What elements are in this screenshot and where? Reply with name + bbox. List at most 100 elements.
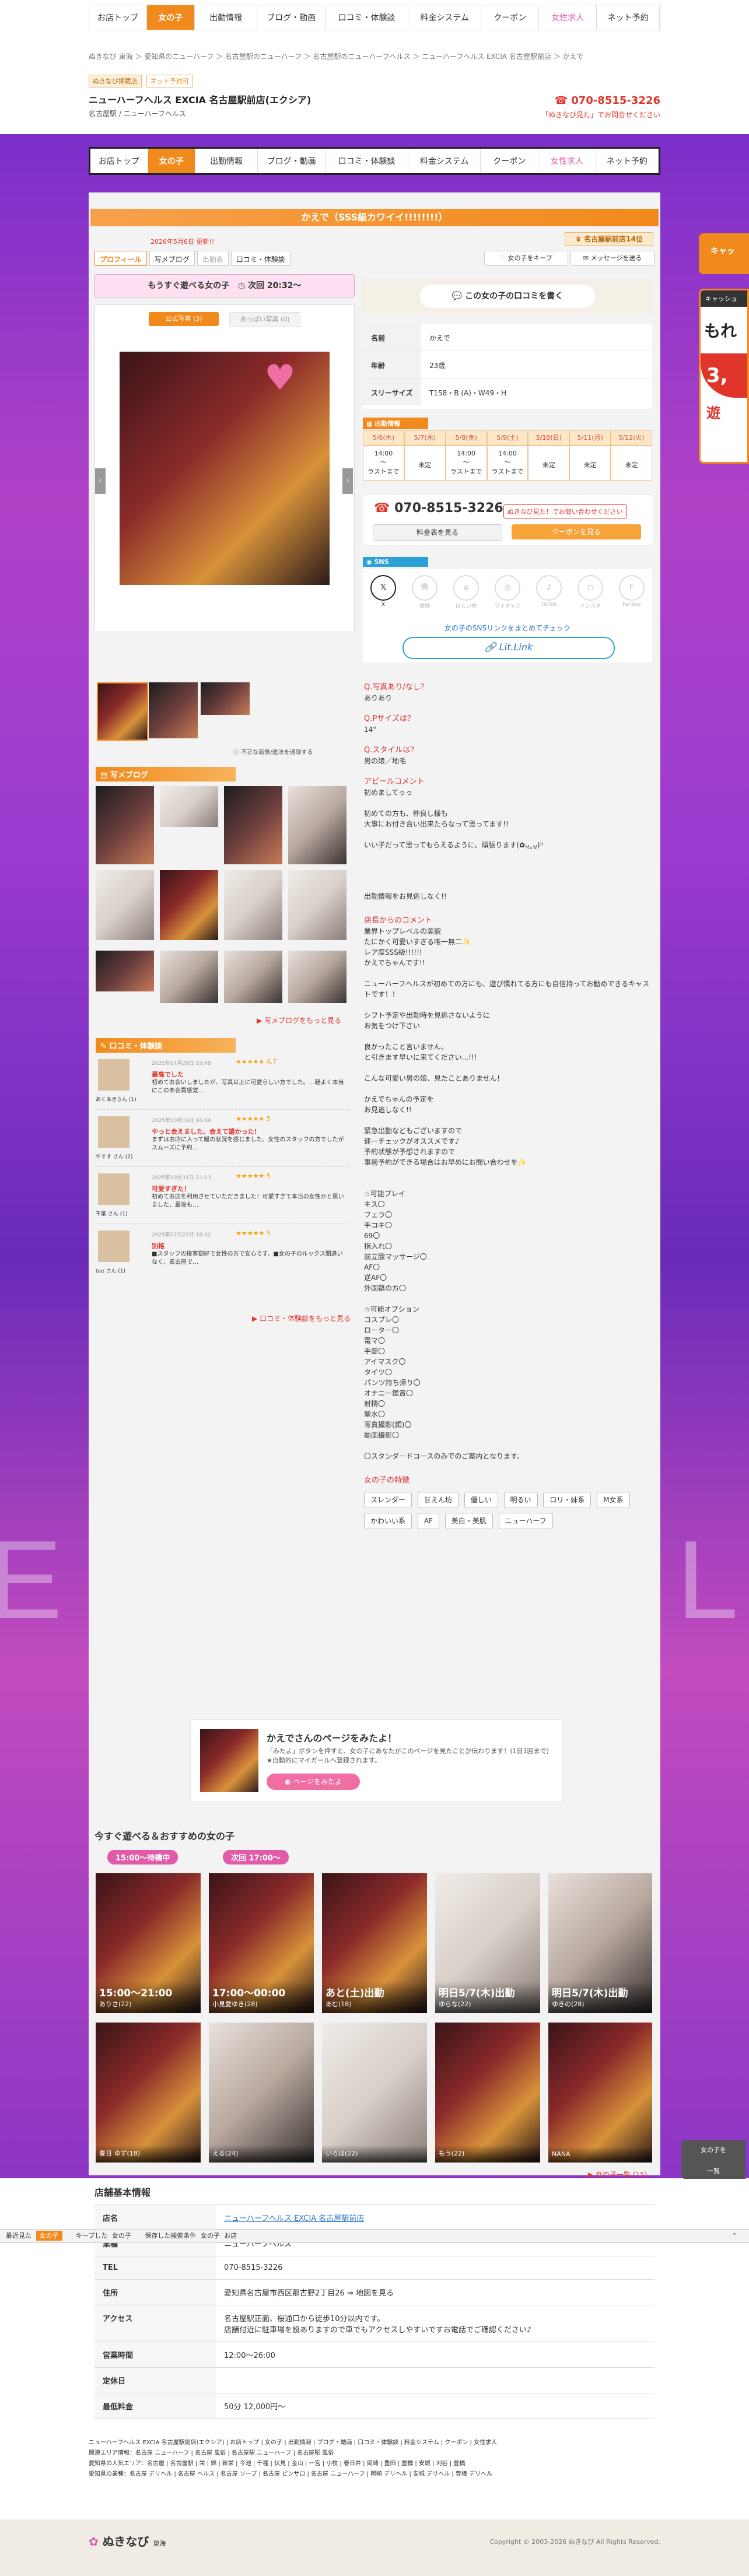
trait-tag[interactable]: 美白・美肌 <box>444 1513 493 1529</box>
girl-card[interactable]: いろは(22) <box>322 2023 427 2163</box>
blog-thumb[interactable] <box>288 951 346 1003</box>
photo-tab-official[interactable]: 公式写真 (3) <box>149 312 219 326</box>
price-list-button[interactable]: 料金表を見る <box>373 524 502 541</box>
nav-net-reserve[interactable]: ネット予約 <box>597 5 660 30</box>
floating-tab-orange[interactable]: キャッ <box>699 233 749 274</box>
weibo-icon[interactable]: 微 微博 <box>410 575 439 610</box>
write-review-button[interactable]: 💬 この女の子の口コミを書く <box>362 279 653 314</box>
thumbnail-1[interactable] <box>97 682 148 741</box>
nav-schedule[interactable]: 出勤情報 <box>195 5 258 30</box>
blog-thumb[interactable] <box>160 870 218 940</box>
footer-area-links[interactable]: 関連エリア情報：名古屋 ニューハーフ | 名古屋 風俗 | 名古屋駅 ニューハー… <box>89 2448 660 2459</box>
girl-card[interactable]: 15:00〜21:00 ありさ(22) <box>96 1873 201 2013</box>
history-saved-shops[interactable]: お店 <box>224 2232 237 2239</box>
twitcasting-icon[interactable]: ◎ ツイキャス <box>493 575 522 610</box>
trait-tag[interactable]: M女系 <box>597 1492 630 1508</box>
main-profile-photo[interactable] <box>120 352 330 585</box>
blog-thumb[interactable] <box>96 951 154 991</box>
nav-shop-top[interactable]: お店トップ <box>89 5 148 30</box>
girl-card[interactable]: 17:00〜00:00 小見愛ゆき(28) <box>209 1873 314 2013</box>
band-nav-schedule[interactable]: 出勤情報 <box>195 149 258 173</box>
band-nav-reviews[interactable]: 口コミ・体験談 <box>326 149 408 173</box>
fanbox-icon[interactable]: F Fanbox <box>617 575 646 610</box>
trait-tag[interactable]: かわいい系 <box>364 1513 412 1529</box>
instagram-icon[interactable]: ◻ インスタ <box>576 575 605 610</box>
wishlist-icon[interactable]: a ほしい物 <box>452 575 481 610</box>
saw-page-button[interactable]: ◉ ページをみたよ <box>267 1774 360 1790</box>
tel-number[interactable]: ☎ 070-8515-3226 <box>374 501 503 516</box>
blog-thumb[interactable] <box>288 870 346 940</box>
site-logo[interactable]: ✿ ぬきなび 東海 <box>89 2532 166 2549</box>
x-icon[interactable]: 𝕏 X <box>369 575 398 610</box>
thumbnail-2[interactable] <box>149 682 198 738</box>
tab-profile[interactable]: プロフィール <box>94 251 147 266</box>
photo-report-note[interactable]: ⓘ 不正な画像/違法を通報する <box>233 747 313 756</box>
history-recent-label[interactable]: 最近見た <box>6 2232 32 2239</box>
blog-thumb[interactable] <box>224 951 282 1003</box>
review-item[interactable]: やすす さん (2) 2025年10月19日 16:44 ★★★★★ 5 やっと… <box>96 1114 350 1167</box>
nav-coupon[interactable]: クーポン <box>481 5 540 30</box>
band-nav-blog[interactable]: ブログ・動画 <box>258 149 326 173</box>
trait-tag[interactable]: 優しい <box>464 1492 498 1508</box>
blog-more-link[interactable]: ▶ 写メブログをもっと見る <box>257 1015 341 1025</box>
girl-card[interactable]: あと(土)出勤 あむ(18) <box>322 1873 427 2013</box>
nav-reviews[interactable]: 口コミ・体験談 <box>326 5 409 30</box>
trait-tag[interactable]: 甘えん坊 <box>417 1492 459 1508</box>
blog-thumb[interactable] <box>160 951 218 1003</box>
photo-tab-extra[interactable]: あっぱい写真 (0) <box>229 312 300 327</box>
blog-thumb[interactable] <box>96 870 154 940</box>
coupon-button[interactable]: クーポンを見る <box>512 524 641 539</box>
tab-schedule[interactable]: 出勤表 <box>197 251 229 266</box>
girl-card[interactable]: 春日 ゆず(18) <box>96 2023 201 2163</box>
footer-popular-area-links[interactable]: 愛知県の人気エリア：名古屋 | 名古屋駅 | 栄 | 錦 | 新栄 | 今池 |… <box>89 2459 660 2469</box>
review-item[interactable]: あくあきさん (1) 2025年04月29日 15:48 ★★★★★ 4.7 最… <box>96 1057 350 1110</box>
blog-thumb[interactable] <box>224 870 282 940</box>
blog-thumb[interactable] <box>96 786 154 864</box>
band-nav-girls[interactable]: 女の子 <box>148 149 196 173</box>
history-saved-label[interactable]: 保存した検索条件 <box>145 2232 196 2239</box>
footer-category-links[interactable]: 愛知県の業種：名古屋 デリヘル | 名古屋 ヘルス | 名古屋 ソープ | 名古… <box>89 2469 660 2480</box>
keep-girl-button[interactable]: ♡ 女の子をキープ <box>484 251 568 266</box>
band-nav-recruit[interactable]: 女性求人 <box>538 149 596 173</box>
girl-card[interactable]: 明日5/7(木)出勤 ゆらな(22) <box>435 1873 540 2013</box>
trait-tag[interactable]: 明るい <box>503 1492 538 1508</box>
tab-reviews[interactable]: 口コミ・体験談 <box>230 251 290 266</box>
footer-shop-links[interactable]: ニューハーフヘルス EXCIA 名古屋駅前店(エクシア) | お店トップ | 女… <box>89 2438 660 2448</box>
review-item[interactable]: tee さん (1) 2025年07月22日 16:32 ★★★★★ 5 別格 … <box>96 1228 350 1281</box>
cashback-banner[interactable]: キャッシュ もれ 3, 遊 <box>699 289 749 464</box>
review-item[interactable]: 千葉 さん (1) 2025年10月31日 21:13 ★★★★★ 5 可愛すぎ… <box>96 1171 350 1224</box>
girl-card[interactable]: える(24) <box>209 2023 314 2163</box>
band-nav-coupon[interactable]: クーポン <box>481 149 539 173</box>
girls-list-more-link[interactable]: ▶ 女の子一覧 (15) <box>588 2170 648 2179</box>
band-nav-shop-top[interactable]: お店トップ <box>90 149 148 173</box>
floating-girls-list-tab[interactable]: 女の子を 一覧 <box>681 2140 746 2179</box>
thumbnail-3[interactable] <box>201 682 250 715</box>
history-saved-girls[interactable]: 女の子 <box>201 2232 220 2239</box>
trait-tag[interactable]: スレンダー <box>364 1492 412 1508</box>
girl-card[interactable]: 明日5/7(木)出勤 ゆきの(28) <box>548 1873 652 2013</box>
trait-tag[interactable]: ニューハーフ <box>498 1513 553 1529</box>
history-recent-girls[interactable]: 女の子 <box>36 2231 62 2241</box>
nav-blog[interactable]: ブログ・動画 <box>257 5 326 30</box>
trait-tag[interactable]: AF <box>417 1513 439 1529</box>
available-soon-banner[interactable]: もうすぐ遊べる女の子 ◷ 次回 20:32〜 <box>94 274 355 297</box>
girl-card[interactable]: もう(22) <box>435 2023 540 2163</box>
photo-next-button[interactable]: › <box>342 468 353 494</box>
band-nav-price[interactable]: 料金システム <box>408 149 481 173</box>
collapse-icon[interactable]: ⌃ <box>732 2230 737 2242</box>
reviews-more-link[interactable]: ▶ 口コミ・体験談をもっと見る <box>252 1313 351 1323</box>
blog-thumb[interactable] <box>160 786 218 827</box>
blog-thumb[interactable] <box>224 786 282 864</box>
girl-card[interactable]: NANA <box>548 2023 652 2163</box>
history-kept-label[interactable]: キープした <box>76 2232 107 2239</box>
photo-prev-button[interactable]: ‹ <box>95 468 106 494</box>
trait-tag[interactable]: ロリ・妹系 <box>543 1492 592 1508</box>
blog-thumb[interactable] <box>288 786 346 864</box>
nav-recruit[interactable]: 女性求人 <box>539 5 597 30</box>
shop-phone[interactable]: ☎ 070-8515-3226 <box>555 94 660 107</box>
nav-girls[interactable]: 女の子 <box>147 5 195 30</box>
history-kept-girls[interactable]: 女の子 <box>112 2232 131 2239</box>
nav-price[interactable]: 料金システム <box>408 5 482 30</box>
send-message-button[interactable]: ✉ メッセージを送る <box>570 251 654 266</box>
tiktok-icon[interactable]: ♪ TikTok <box>534 575 564 610</box>
